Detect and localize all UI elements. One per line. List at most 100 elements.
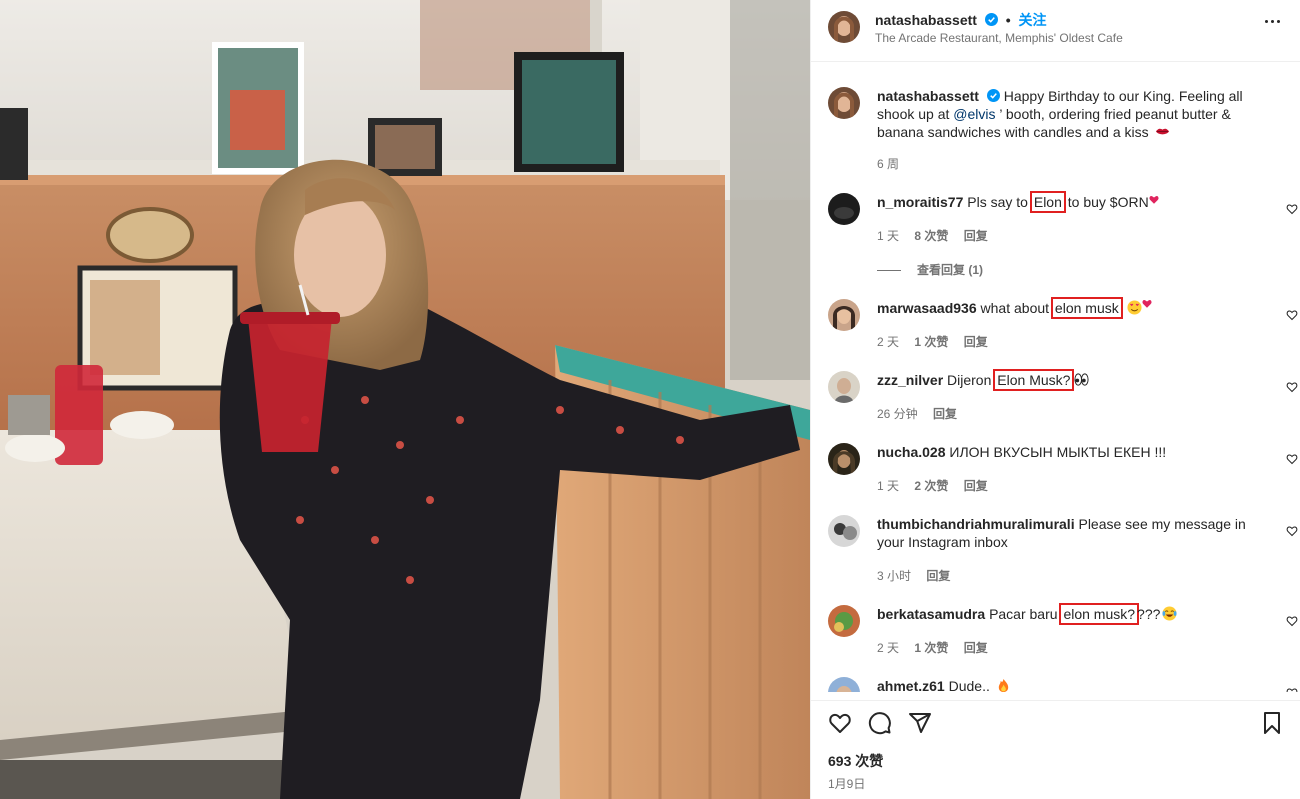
header-username-row: natashabassett • 关注 <box>875 10 1047 30</box>
comment-text-pre: Pls say to <box>967 194 1032 210</box>
comment-like-heart-icon[interactable] <box>1286 615 1298 627</box>
verified-badge-icon <box>986 89 1000 102</box>
comment-meta: 26 分钟 回复 <box>877 405 969 422</box>
like-count[interactable]: 693 次赞 <box>828 751 883 771</box>
author-username[interactable]: natashabassett <box>875 12 977 28</box>
comment-text-post <box>1121 300 1125 316</box>
author-avatar[interactable] <box>828 11 860 43</box>
comment-text-post: ??? <box>1137 606 1161 622</box>
reply-button[interactable]: 回复 <box>964 335 988 349</box>
comment-username[interactable]: zzz_nilver <box>877 372 943 388</box>
commenter-avatar[interactable] <box>828 443 860 475</box>
bookmark-icon[interactable] <box>1260 711 1284 735</box>
comment-text: n_moraitis77 Pls say to Elon to buy $ORN <box>877 191 1272 213</box>
caption-username[interactable]: natashabassett <box>877 88 979 104</box>
comment-username[interactable]: thumbichandriahmuralimurali <box>877 516 1075 532</box>
comment-text-pre: what about <box>980 300 1053 316</box>
post-image <box>0 0 810 799</box>
post-actions: 693 次赞 1月9日 <box>811 700 1300 799</box>
red-heart-icon <box>1149 195 1159 204</box>
comment-text: ahmet.z61 Dude.. <box>877 677 1272 692</box>
verified-badge-icon <box>984 13 998 26</box>
comment-age[interactable]: 1 天 <box>877 479 899 493</box>
comment-username[interactable]: n_moraitis77 <box>877 194 963 210</box>
mention-link[interactable]: @elvis <box>953 106 995 122</box>
highlight-box: Elon Musk? <box>993 369 1075 391</box>
more-options-icon[interactable] <box>1265 20 1283 26</box>
comment-text: thumbichandriahmuralimurali Please see m… <box>877 515 1272 551</box>
comment-text: zzz_nilver Dijeron Elon Musk? <box>877 369 1272 391</box>
caption-text: natashabassett Happy Birthday to our Kin… <box>877 87 1272 141</box>
comment-meta: 3 小时 回复 <box>877 567 962 584</box>
reply-button[interactable]: 回复 <box>964 641 988 655</box>
follow-button[interactable]: 关注 <box>1019 12 1047 28</box>
comment-text-post: to buy $ORN <box>1063 194 1149 210</box>
comment-age[interactable]: 2 天 <box>877 641 899 655</box>
reply-button[interactable]: 回复 <box>926 569 950 583</box>
eyes-emoji-icon <box>1074 373 1089 386</box>
post-header: natashabassett • 关注 The Arcade Restauran… <box>811 0 1300 62</box>
comment-username[interactable]: ahmet.z61 <box>877 678 945 692</box>
comment-like-heart-icon[interactable] <box>1286 453 1298 465</box>
heart-icon[interactable] <box>828 711 852 735</box>
comments-list[interactable]: natashabassett Happy Birthday to our Kin… <box>811 62 1300 692</box>
comment-like-heart-icon[interactable] <box>1286 687 1298 692</box>
heart-eyes-emoji-icon <box>1127 300 1142 315</box>
comment-text: nucha.028 ИЛОН ВКУСЫН МЫКТЫ ЕКЕН !!! <box>877 443 1272 461</box>
comment-meta: 2 天 1 次赞 回复 <box>877 333 1000 350</box>
post-panel: natashabassett • 关注 The Arcade Restauran… <box>810 0 1300 799</box>
tears-of-joy-emoji-icon <box>1162 606 1177 621</box>
commenter-avatar[interactable] <box>828 299 860 331</box>
comment-likes[interactable]: 1 次赞 <box>914 335 948 349</box>
commenter-avatar[interactable] <box>828 677 860 692</box>
view-replies-button[interactable]: 查看回复 (1) <box>877 261 983 278</box>
comment-age[interactable]: 26 分钟 <box>877 407 918 421</box>
red-heart-icon <box>1142 299 1152 308</box>
share-icon[interactable] <box>908 711 932 735</box>
comment-likes[interactable]: 2 次赞 <box>914 479 948 493</box>
kiss-lips-icon <box>1155 128 1169 135</box>
view-replies-label: 查看回复 (1) <box>917 263 984 277</box>
comment-text-pre: Pacar baru <box>989 606 1062 622</box>
comment-age[interactable]: 2 天 <box>877 335 899 349</box>
comment-text-pre: Dijeron <box>947 372 996 388</box>
comment-username[interactable]: nucha.028 <box>877 444 945 460</box>
view-replies-line <box>877 270 901 272</box>
comment-icon[interactable] <box>868 711 892 735</box>
comment-meta: 1 天 8 次赞 回复 <box>877 227 1000 244</box>
comment-like-heart-icon[interactable] <box>1286 381 1298 393</box>
comment-age[interactable]: 3 小时 <box>877 569 911 583</box>
comment-username[interactable]: marwasaad936 <box>877 300 977 316</box>
comment-meta: 2 天 1 次赞 回复 <box>877 639 1000 656</box>
comment-like-heart-icon[interactable] <box>1286 525 1298 537</box>
caption-avatar[interactable] <box>828 87 860 119</box>
post-photo[interactable] <box>0 0 810 799</box>
highlight-box: elon musk <box>1050 297 1123 319</box>
caption-meta: 6 周 <box>877 155 911 172</box>
commenter-avatar[interactable] <box>828 193 860 225</box>
caption-age[interactable]: 6 周 <box>877 157 899 171</box>
comment-text: berkatasamudra Pacar baru elon musk???? <box>877 603 1272 625</box>
comment-meta: 1 天 2 次赞 回复 <box>877 477 1000 494</box>
comment-like-heart-icon[interactable] <box>1286 309 1298 321</box>
comment-username[interactable]: berkatasamudra <box>877 606 985 622</box>
commenter-avatar[interactable] <box>828 515 860 547</box>
reply-button[interactable]: 回复 <box>964 229 988 243</box>
fire-emoji-icon <box>998 678 1008 692</box>
comment-likes[interactable]: 1 次赞 <box>914 641 948 655</box>
comment-text-pre: ИЛОН ВКУСЫН МЫКТЫ ЕКЕН !!! <box>949 444 1167 460</box>
post-date[interactable]: 1月9日 <box>828 775 865 792</box>
commenter-avatar[interactable] <box>828 371 860 403</box>
highlight-box: elon musk? <box>1059 603 1140 625</box>
comment-likes[interactable]: 8 次赞 <box>914 229 948 243</box>
highlight-box: Elon <box>1029 191 1066 213</box>
commenter-avatar[interactable] <box>828 605 860 637</box>
comment-like-heart-icon[interactable] <box>1286 203 1298 215</box>
comment-text-pre: Dude.. <box>948 678 994 692</box>
comment-age[interactable]: 1 天 <box>877 229 899 243</box>
reply-button[interactable]: 回复 <box>933 407 957 421</box>
location-link[interactable]: The Arcade Restaurant, Memphis' Oldest C… <box>875 31 1123 45</box>
separator-dot: • <box>1005 12 1011 28</box>
comment-text: marwasaad936 what about elon musk <box>877 297 1272 319</box>
reply-button[interactable]: 回复 <box>964 479 988 493</box>
